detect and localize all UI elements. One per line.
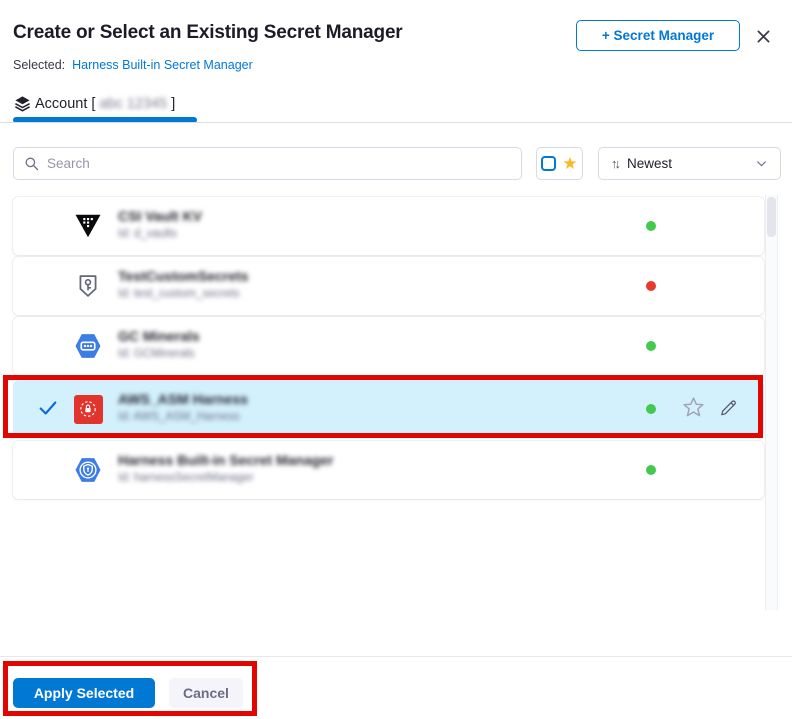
search-box [13, 147, 522, 180]
list-item-gcp[interactable]: GC Minerals Id: GCMinerals [13, 317, 764, 375]
aws-secrets-manager-icon [73, 394, 103, 424]
secret-manager-name: Harness Built-in Secret Manager [118, 452, 334, 468]
layers-icon [14, 95, 31, 112]
page-title: Create or Select an Existing Secret Mana… [13, 22, 403, 44]
status-dot [646, 221, 656, 231]
list-item-aws-selected[interactable]: AWS_ASM Harness Id: AWS_ASM_Harness [13, 380, 764, 436]
status-dot [646, 404, 656, 414]
tab-account-scope-redacted: abc 12345 [99, 96, 167, 112]
secret-manager-id: Id: harnessSecretManager [118, 472, 254, 484]
list-item-harness-builtin[interactable]: Harness Built-in Secret Manager Id: harn… [13, 441, 764, 499]
secret-manager-id: Id: test_custom_secrets [118, 288, 239, 300]
tab-account-bracket: ] [171, 96, 175, 112]
tab-account-label: Account [ [35, 96, 95, 112]
cancel-button[interactable]: Cancel [169, 678, 243, 708]
favorite-toggle-icon[interactable] [681, 395, 706, 425]
tab-bar-divider [0, 122, 792, 123]
selected-label: Selected: [13, 58, 65, 72]
list-scrollbar[interactable] [765, 195, 778, 610]
secret-manager-name: GC Minerals [118, 328, 200, 344]
secret-manager-id: Id: d_vaults [118, 228, 177, 240]
add-secret-manager-button[interactable]: + Secret Manager [576, 20, 740, 51]
list-item-custom-secrets[interactable]: TestCustomSecrets Id: test_custom_secret… [13, 257, 764, 315]
secret-manager-name: AWS_ASM Harness [118, 391, 248, 407]
status-dot [646, 341, 656, 351]
edit-pencil-icon[interactable] [717, 396, 740, 424]
close-icon[interactable] [751, 24, 775, 48]
favorites-filter[interactable]: ★ [536, 147, 583, 180]
list-item-vault[interactable]: CSI Vault KV Id: d_vaults [13, 197, 764, 255]
selected-secret-manager-link[interactable]: Harness Built-in Secret Manager [72, 58, 253, 72]
apply-selected-button[interactable]: Apply Selected [13, 678, 155, 708]
chevron-down-icon [755, 157, 768, 170]
secret-manager-name: TestCustomSecrets [118, 268, 248, 284]
status-dot [646, 465, 656, 475]
favorite-star-icon: ★ [562, 155, 577, 172]
favorites-checkbox[interactable] [541, 156, 556, 171]
secret-manager-name: CSI Vault KV [118, 208, 202, 224]
search-icon [24, 156, 39, 171]
sort-dropdown[interactable]: ↑↓ Newest [598, 147, 781, 180]
search-input[interactable] [47, 156, 521, 171]
status-dot [646, 281, 656, 291]
harness-secret-manager-icon [73, 455, 103, 485]
hashicorp-vault-icon [73, 211, 103, 241]
secret-manager-id: Id: GCMinerals [118, 348, 195, 360]
footer-divider [0, 656, 792, 657]
list-scrollbar-thumb[interactable] [767, 197, 776, 237]
gcp-secret-manager-icon [73, 331, 103, 361]
secret-manager-id: Id: AWS_ASM_Harness [118, 411, 240, 423]
custom-secret-manager-icon [73, 271, 103, 301]
sort-selected-value: Newest [627, 156, 746, 171]
secret-manager-dialog: Create or Select an Existing Secret Mana… [0, 0, 792, 719]
sort-arrows-icon: ↑↓ [611, 156, 618, 171]
selected-checkmark-icon [37, 397, 59, 424]
tab-account[interactable]: Account [abc 12345] [14, 95, 175, 112]
selected-summary: Selected: Harness Built-in Secret Manager [13, 58, 253, 72]
